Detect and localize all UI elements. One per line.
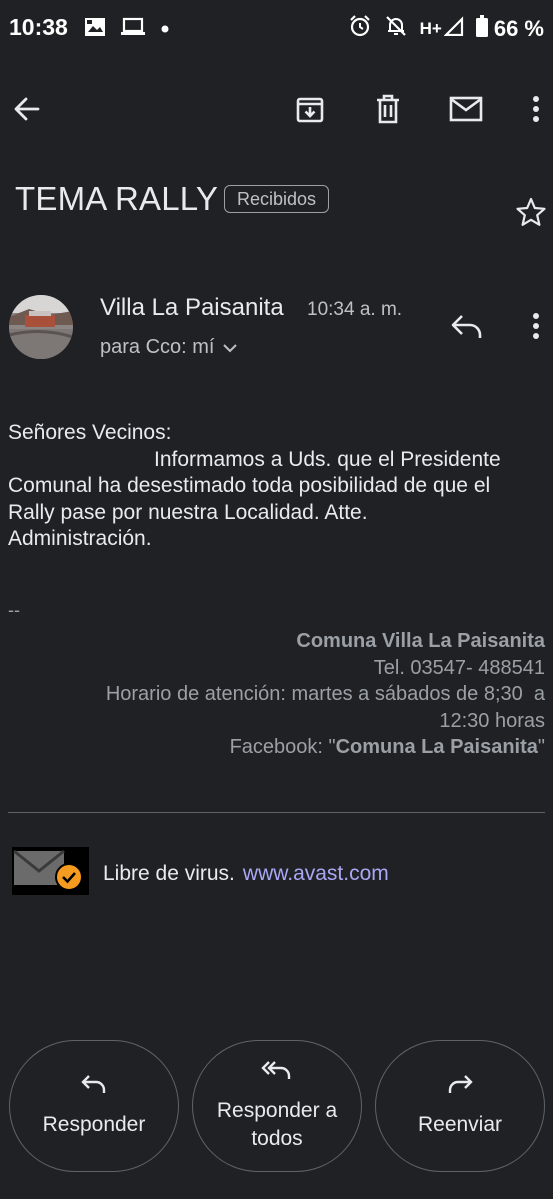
signature-hours-1: Horario de atención: martes a sábados de… (105, 683, 545, 705)
signature-separator: -- (8, 600, 20, 620)
status-notification-icons (84, 16, 170, 43)
battery-percent: 66 % (493, 15, 544, 41)
avast-mail-icon[interactable] (12, 847, 89, 901)
avast-virus-free: Libre de virus. www.avast.com (12, 847, 389, 901)
gallery-notification-icon (84, 16, 106, 43)
dot-icon (160, 21, 170, 39)
notifications-off-icon (384, 14, 408, 43)
alarm-icon (348, 14, 372, 43)
recipient-text: para Cco: mí (100, 336, 215, 358)
email-subject: TEMA RALLY (15, 180, 219, 217)
avast-link[interactable]: www.avast.com (243, 862, 389, 886)
body-line-1: Informamos a Uds. que el Presidente (154, 447, 501, 471)
forward-icon (446, 1073, 474, 1101)
reply-all-label: Responder a todos (216, 1099, 338, 1150)
body-line-2: Comunal ha desestimado toda posibilidad … (8, 474, 491, 497)
signature-org: Comuna Villa La Paisanita (296, 630, 545, 652)
signal-icon (443, 16, 464, 41)
reply-icon (80, 1073, 108, 1101)
forward-label: Reenviar (417, 1113, 503, 1136)
divider (8, 812, 545, 813)
delete-icon[interactable] (368, 89, 408, 129)
facebook-page-name: Comuna La Paisanita (335, 736, 538, 758)
status-right-icons: H+ 66 % (348, 14, 544, 43)
signature: Comuna Villa La Paisanita Tel. 03547- 48… (106, 628, 545, 761)
signature-facebook: Facebook: "Comuna La Paisanita" (229, 736, 545, 758)
reply-all-icon (261, 1059, 293, 1087)
mark-unread-icon[interactable] (446, 89, 486, 129)
body-line-3: Rally pase por nuestra Localidad. Atte. (8, 500, 368, 524)
body-line-4: Administración. (8, 527, 152, 550)
chevron-down-icon (222, 336, 238, 359)
recipient-details-toggle[interactable]: para Cco: mí (100, 336, 238, 359)
back-arrow-icon[interactable] (7, 89, 47, 129)
signature-phone: Tel. 03547- 488541 (373, 656, 545, 679)
body-greeting: Señores Vecinos: (8, 421, 172, 444)
inbox-label-chip[interactable]: Recibidos (224, 185, 330, 213)
signature-hours-2: 12:30 horas (439, 709, 545, 732)
email-time: 10:34 a. m. (307, 299, 403, 320)
sender-avatar[interactable] (9, 295, 73, 359)
forward-button[interactable]: Reenviar (375, 1040, 545, 1172)
star-icon[interactable] (515, 196, 547, 233)
email-body: Señores Vecinos: Informamos a Uds. que e… (8, 420, 543, 553)
battery-icon (475, 15, 488, 42)
network-type: H+ (419, 18, 442, 38)
reply-icon[interactable] (450, 312, 484, 345)
status-time: 10:38 (9, 14, 68, 40)
sender-name: Villa La Paisanita (100, 294, 284, 321)
archive-icon[interactable] (290, 89, 330, 129)
message-more-icon[interactable] (532, 312, 540, 345)
reply-button[interactable]: Responder (9, 1040, 179, 1172)
more-vert-icon[interactable] (516, 89, 553, 129)
virus-free-text: Libre de virus. (103, 862, 235, 885)
reply-label: Responder (42, 1113, 146, 1136)
reply-all-button[interactable]: Responder a todos (192, 1040, 362, 1172)
laptop-icon (120, 17, 146, 42)
